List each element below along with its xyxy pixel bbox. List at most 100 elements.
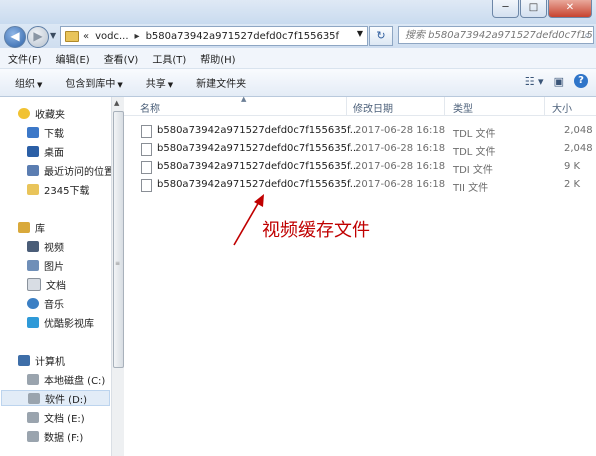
scrollbar-thumb[interactable] — [113, 111, 124, 368]
sidebar-item-label: 收藏夹 — [35, 109, 65, 121]
sidebar-item-desktop[interactable]: 桌面 — [27, 143, 64, 159]
drive-icon — [28, 392, 40, 404]
table-row[interactable]: b580a73942a971527defd0c7f155635f... 2017… — [124, 159, 596, 176]
file-date: 2017-06-28 16:18 — [355, 143, 446, 154]
menu-help[interactable]: 帮助(H) — [192, 51, 241, 66]
recent-pages-dropdown-icon[interactable]: ▼ — [50, 31, 56, 40]
breadcrumb-separator-icon[interactable]: ▸ — [135, 31, 140, 42]
sidebar-item-label: 文档 — [46, 280, 66, 292]
sidebar-item-music[interactable]: 音乐 — [27, 295, 64, 311]
sidebar-item-drive-d[interactable]: 软件 (D:) — [1, 390, 110, 406]
sidebar-item-computer[interactable]: 计算机 — [18, 352, 65, 368]
column-divider[interactable] — [346, 97, 347, 115]
sidebar-item-downloads[interactable]: 下载 — [27, 124, 64, 140]
breadcrumb-segment-current[interactable]: b580a73942a971527defd0c7f155635f — [146, 31, 339, 42]
table-row[interactable]: b580a73942a971527defd0c7f155635f... 2017… — [124, 177, 596, 194]
file-type: TDL 文件 — [453, 147, 496, 158]
menu-file[interactable]: 文件(F) — [0, 51, 48, 66]
file-list: ▲ 名称 修改日期 类型 大小 b580a73942a971527defd0c7… — [124, 95, 596, 456]
star-icon — [18, 107, 30, 119]
music-icon — [27, 297, 39, 309]
include-in-library-button[interactable]: 包含到库中 ▼ — [50, 75, 130, 90]
maximize-button[interactable]: □ — [520, 0, 547, 18]
file-name: b580a73942a971527defd0c7f155635f... — [157, 125, 360, 136]
file-size: 2 K — [564, 179, 581, 190]
close-button[interactable]: ✕ — [548, 0, 592, 18]
sidebar-item-label: 软件 (D:) — [45, 394, 88, 406]
column-header-row: ▲ 名称 修改日期 类型 大小 — [124, 95, 596, 116]
file-icon — [141, 179, 152, 192]
preview-pane-icon[interactable]: ▣ — [554, 75, 564, 88]
sidebar-item-recent[interactable]: 最近访问的位置 — [27, 162, 114, 178]
table-row[interactable]: b580a73942a971527defd0c7f155635f... 2017… — [124, 123, 596, 140]
sidebar-item-label: 数据 (F:) — [44, 432, 84, 444]
sidebar-item-documents[interactable]: 文档 — [27, 276, 66, 292]
video-icon — [27, 240, 39, 252]
forward-button[interactable]: ▶ — [27, 26, 49, 48]
share-button[interactable]: 共享 ▼ — [131, 75, 181, 90]
sidebar-item-label: 视频 — [44, 242, 64, 254]
scroll-up-icon[interactable]: ▲ — [114, 99, 119, 107]
sidebar-item-label: 音乐 — [44, 299, 64, 311]
file-date: 2017-06-28 16:18 — [355, 179, 446, 190]
address-row: ◀ ▶ ▼ « vodc... ▸ b580a73942a971527defd0… — [0, 24, 596, 48]
search-input[interactable]: 搜索 b580a73942a971527defd0c7f155635f ⌕ — [398, 26, 594, 44]
help-icon[interactable]: ? — [574, 74, 588, 88]
sidebar-item-drive-f[interactable]: 数据 (F:) — [27, 428, 83, 444]
column-divider[interactable] — [444, 97, 445, 115]
breadcrumb-segment-vodc[interactable]: vodc... — [95, 31, 128, 42]
picture-icon — [27, 259, 39, 271]
download-folder-icon — [27, 126, 39, 138]
sidebar-item-label: 优酷影视库 — [44, 318, 94, 330]
sidebar-item-label: 最近访问的位置 — [44, 166, 114, 178]
file-icon — [141, 143, 152, 156]
column-header-type[interactable]: 类型 — [453, 100, 473, 115]
column-header-name[interactable]: 名称 — [140, 100, 160, 115]
column-header-size[interactable]: 大小 — [552, 100, 572, 115]
sidebar-item-drive-e[interactable]: 文档 (E:) — [27, 409, 85, 425]
sidebar-item-libraries[interactable]: 库 — [18, 219, 45, 235]
sidebar-item-youku[interactable]: 优酷影视库 — [27, 314, 94, 330]
refresh-button[interactable]: ↻ — [369, 26, 393, 46]
computer-icon — [18, 354, 30, 366]
navigation-scrollbar[interactable]: ▲ ≡ — [111, 97, 124, 456]
column-divider[interactable] — [544, 97, 545, 115]
scroll-grip-icon: ≡ — [115, 260, 121, 267]
organize-button[interactable]: 组织 ▼ — [0, 75, 50, 90]
folder-icon — [65, 30, 79, 42]
drive-icon — [27, 411, 39, 423]
sidebar-item-favorites[interactable]: 收藏夹 — [18, 105, 65, 121]
new-folder-button[interactable]: 新建文件夹 — [181, 75, 254, 90]
view-controls: ☷ ▾ ▣ ? — [525, 74, 588, 88]
minimize-button[interactable]: ─ — [492, 0, 519, 18]
title-bar: ─ □ ✕ — [0, 0, 596, 24]
file-type: TDI 文件 — [453, 165, 493, 176]
organize-label: 组织 — [15, 79, 35, 90]
address-dropdown-icon[interactable]: ▼ — [357, 29, 363, 38]
menu-edit[interactable]: 编辑(E) — [48, 51, 96, 66]
address-bar[interactable]: « vodc... ▸ b580a73942a971527defd0c7f155… — [60, 26, 368, 46]
sidebar-item-videos[interactable]: 视频 — [27, 238, 64, 254]
sidebar-item-drive-c[interactable]: 本地磁盘 (C:) — [27, 371, 105, 387]
sidebar-item-label: 桌面 — [44, 147, 64, 159]
sidebar-item-label: 本地磁盘 (C:) — [44, 375, 106, 387]
menu-tools[interactable]: 工具(T) — [144, 51, 192, 66]
view-mode-icon[interactable]: ☷ ▾ — [525, 75, 544, 88]
menu-view[interactable]: 查看(V) — [96, 51, 145, 66]
library-icon — [18, 221, 30, 233]
sidebar-item-pictures[interactable]: 图片 — [27, 257, 64, 273]
file-name: b580a73942a971527defd0c7f155635f... — [157, 179, 360, 190]
desktop-icon — [27, 145, 39, 157]
annotation-text: 视频缓存文件 — [262, 220, 370, 241]
drive-icon — [27, 430, 39, 442]
back-button[interactable]: ◀ — [4, 26, 26, 48]
include-in-library-label: 包含到库中 — [65, 79, 116, 90]
search-icon[interactable]: ⌕ — [584, 27, 590, 43]
breadcrumb-overflow-icon[interactable]: « — [83, 31, 89, 42]
sidebar-item-2345-downloads[interactable]: 2345下载 — [27, 181, 89, 197]
file-name: b580a73942a971527defd0c7f155635f... — [157, 143, 360, 154]
column-header-date[interactable]: 修改日期 — [353, 100, 393, 115]
file-icon — [141, 161, 152, 174]
table-row[interactable]: b580a73942a971527defd0c7f155635f... 2017… — [124, 141, 596, 158]
file-type: TDL 文件 — [453, 129, 496, 140]
